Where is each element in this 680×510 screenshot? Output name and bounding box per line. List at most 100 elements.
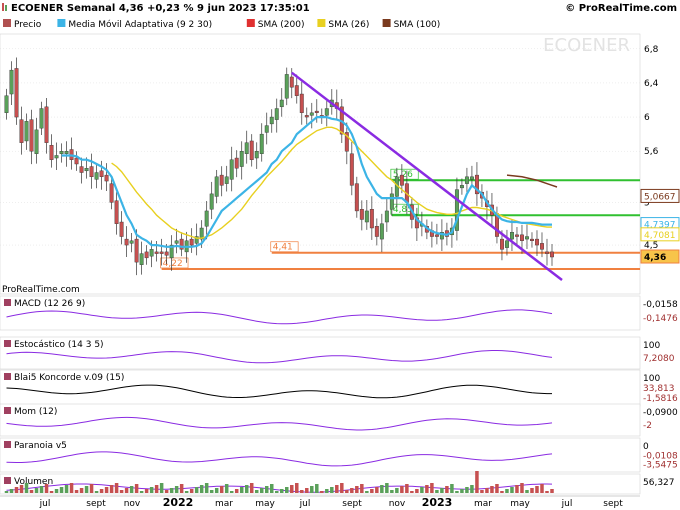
panel-icon [4, 477, 11, 484]
indicator-value: -2 [643, 421, 652, 431]
chart-title: ECOENER Semanal 4,36 +0,23 % 9 jun 2023 … [11, 3, 310, 14]
candle-body [89, 166, 94, 177]
volume-bar [495, 484, 499, 493]
candle-body [154, 251, 159, 254]
volume-bar [445, 486, 449, 493]
candle-body [299, 93, 304, 113]
volume-bar [134, 484, 139, 493]
volume-bar [104, 487, 109, 493]
candle-body [500, 238, 504, 250]
candle-body [9, 69, 14, 95]
volume-bar [525, 490, 529, 493]
volume-bar [300, 490, 304, 493]
x-tick-label: mar [215, 499, 233, 509]
indicator-panel: MACD (12 26 9) -0,0158 -0,1476 [0, 295, 678, 331]
volume-bar [530, 488, 534, 493]
candle-body [134, 238, 139, 263]
volume-bar [310, 486, 314, 493]
indicator-panel: Paranoia v5 0-0,0108-3,5475 [0, 437, 678, 473]
candle-body [239, 150, 244, 167]
candle-body [535, 238, 539, 246]
volume-bar [485, 488, 489, 493]
candle-body [149, 249, 154, 257]
volume-bar [490, 486, 494, 493]
legend-swatch [57, 19, 66, 27]
volume-bar [179, 484, 184, 493]
candle-body [530, 238, 534, 242]
candle-body [94, 172, 99, 180]
candle-body [99, 170, 104, 177]
indicator-value: 100 [643, 374, 660, 384]
volume-bar [129, 486, 134, 493]
volume-bar [44, 484, 49, 493]
candle-body [274, 108, 279, 120]
volume-bar [400, 486, 404, 493]
x-tick-label: sept [603, 499, 623, 509]
candle-body [229, 159, 234, 180]
legend-label: Precio [14, 20, 42, 30]
candle-body [525, 236, 529, 240]
panel-icon [4, 407, 11, 414]
panel-title: MACD (12 26 9) [14, 299, 85, 309]
candle-body [24, 121, 29, 142]
volume-bar [199, 485, 204, 493]
candle-body [279, 99, 284, 108]
candle-body [14, 68, 19, 118]
volume-bar [99, 489, 104, 493]
candle-body [545, 251, 549, 254]
candle-body [84, 168, 89, 172]
y-tick-label: 6,8 [644, 45, 659, 55]
legend-label: SMA (200) [258, 20, 305, 30]
volume-bar [345, 490, 349, 493]
volume-bar [214, 488, 219, 493]
panel-icon [4, 373, 11, 380]
candle-body [314, 110, 319, 113]
volume-bar [535, 486, 539, 493]
candle-body [144, 251, 149, 259]
candle-body [434, 234, 439, 237]
x-tick-label: mar [474, 499, 492, 509]
volume-bar [249, 483, 254, 493]
legend-label: Media Móvil Adaptativa (9 2 30) [68, 19, 212, 30]
candle-body [364, 210, 369, 223]
candle-body [464, 176, 469, 184]
legend-swatch [246, 19, 255, 27]
candle-body [114, 200, 119, 224]
volume-bar [365, 491, 369, 493]
x-tick-label: nov [124, 499, 141, 509]
volume-bar [465, 487, 469, 493]
volume-bar [4, 491, 9, 493]
volume-bar [274, 491, 279, 493]
volume-bar [189, 489, 194, 493]
volume-bar [79, 488, 84, 493]
candle-body [254, 150, 259, 159]
candle-body [109, 183, 114, 203]
indicator-value: 7,2080 [643, 354, 675, 364]
volume-bar [380, 485, 384, 493]
volume-bar [194, 487, 199, 493]
candle-body [284, 74, 289, 99]
candle-body [259, 133, 264, 154]
watermark: ECOENER [543, 35, 630, 56]
candle-body [269, 116, 274, 125]
volume-bar [14, 487, 19, 493]
volume-bar [34, 488, 39, 493]
candle-body [374, 226, 379, 237]
candle-body [349, 153, 354, 186]
candle-body [459, 185, 464, 189]
volume-bar [550, 489, 554, 493]
candle-body [389, 193, 394, 210]
volume-bar [350, 488, 354, 493]
volume-bar [450, 484, 454, 493]
volume-bar [244, 485, 249, 493]
volume-bar [229, 491, 234, 493]
volume-bar [64, 485, 69, 493]
volume-bar [340, 483, 344, 493]
volume-bar [285, 487, 289, 493]
candle-body [59, 150, 64, 154]
volume-bar [89, 484, 94, 493]
volume-bar [370, 489, 374, 493]
volume-bar [360, 484, 364, 493]
volume-bar [174, 486, 179, 493]
volume-bar [59, 487, 64, 493]
